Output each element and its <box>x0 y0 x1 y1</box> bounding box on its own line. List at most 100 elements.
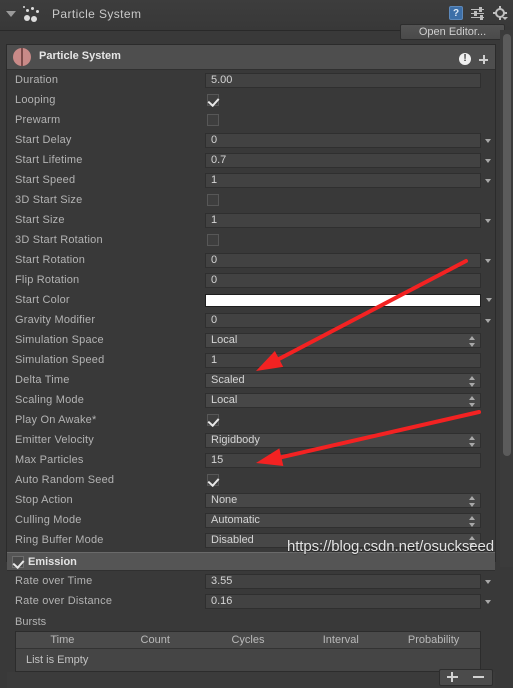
property-label: Flip Rotation <box>15 274 80 286</box>
enum-field[interactable]: None <box>205 492 481 508</box>
chevron-down-icon[interactable] <box>485 138 491 143</box>
component-title: Particle System <box>39 50 121 62</box>
chevron-down-icon[interactable] <box>485 318 491 323</box>
chevron-updown-icon[interactable] <box>469 335 476 347</box>
field-value: Local <box>211 334 238 346</box>
bursts-add-button[interactable] <box>440 670 466 685</box>
property-row: Start Color <box>7 290 495 310</box>
chevron-down-icon[interactable] <box>486 297 492 302</box>
field-value: Disabled <box>211 534 254 546</box>
chevron-down-icon[interactable] <box>485 178 491 183</box>
property-row: Simulation Speed 1 <box>7 350 495 370</box>
bursts-add-remove <box>439 669 493 686</box>
property-row: Start Speed 1 <box>7 170 495 190</box>
bursts-column-header: Count <box>140 634 170 646</box>
enum-field[interactable]: Rigidbody <box>205 432 481 448</box>
field-value: None <box>211 494 238 506</box>
chevron-down-icon[interactable] <box>485 218 491 223</box>
property-checkbox[interactable] <box>207 194 219 206</box>
field-value: Rigidbody <box>211 434 260 446</box>
value-field[interactable]: 0 <box>205 132 491 148</box>
bursts-column-header: Time <box>50 634 75 646</box>
bursts-empty-text: List is Empty <box>16 649 480 671</box>
chevron-down-icon[interactable] <box>485 258 491 263</box>
emission-enabled-checkbox[interactable] <box>12 555 24 568</box>
particle-system-icon <box>22 5 42 25</box>
property-checkbox[interactable] <box>207 114 219 126</box>
property-label: Stop Action <box>15 494 73 506</box>
chevron-updown-icon[interactable] <box>469 395 476 407</box>
value-field[interactable]: 1 <box>205 352 481 368</box>
field-value: 1 <box>211 214 218 226</box>
property-row: Simulation Space Local <box>7 330 495 350</box>
property-row: Play On Awake* <box>7 410 495 430</box>
value-field[interactable]: 15 <box>205 452 481 468</box>
scrollbar-thumb[interactable] <box>503 34 511 456</box>
value-field[interactable]: 0.7 <box>205 152 491 168</box>
color-swatch[interactable] <box>205 293 481 307</box>
property-label: Start Delay <box>15 134 72 146</box>
property-row: Rate over Time 3.55 <box>7 571 495 591</box>
bursts-column-header: Interval <box>322 634 359 646</box>
enum-field[interactable]: Local <box>205 392 481 408</box>
value-field[interactable]: 1 <box>205 172 491 188</box>
enum-field[interactable]: Local <box>205 332 481 348</box>
particle-system-inspector: Particle System ! Duration 5.00 Looping Pre… <box>6 44 496 688</box>
value-field[interactable]: 0 <box>205 252 491 268</box>
add-icon[interactable] <box>479 55 488 64</box>
property-label: Start Lifetime <box>15 154 83 166</box>
property-label: Culling Mode <box>15 514 82 526</box>
property-label: Simulation Speed <box>15 354 105 366</box>
watermark: https://blog.csdn.net/osuckseed <box>287 538 495 555</box>
property-checkbox[interactable] <box>207 414 219 426</box>
property-label: 3D Start Size <box>15 194 83 206</box>
field-value: 5.00 <box>211 74 233 86</box>
help-icon[interactable]: ? <box>449 6 463 20</box>
preset-sliders-icon[interactable] <box>471 7 485 20</box>
property-row: Culling Mode Automatic <box>7 510 495 530</box>
enum-field[interactable]: Automatic <box>205 512 481 528</box>
property-label: Start Speed <box>15 174 76 186</box>
value-field[interactable]: 0 <box>205 272 481 288</box>
chevron-down-icon[interactable] <box>485 579 491 584</box>
triangle-down-icon[interactable] <box>6 11 16 17</box>
property-label: Duration <box>15 74 59 86</box>
vertical-scrollbar[interactable] <box>500 30 513 567</box>
value-field[interactable]: 0.16 <box>205 593 491 609</box>
property-row: Start Lifetime 0.7 <box>7 150 495 170</box>
value-field[interactable]: 0 <box>205 312 491 328</box>
property-row: Emitter Velocity Rigidbody <box>7 430 495 450</box>
property-label: Start Rotation <box>15 254 86 266</box>
property-checkbox[interactable] <box>207 94 219 106</box>
color-field[interactable] <box>205 293 492 308</box>
property-row: Start Delay 0 <box>7 130 495 150</box>
warning-icon[interactable]: ! <box>459 53 471 65</box>
property-row: Flip Rotation 0 <box>7 270 495 290</box>
titlebar-icons: ? <box>449 6 508 20</box>
field-value: 0 <box>211 254 218 266</box>
value-field[interactable]: 3.55 <box>205 573 491 589</box>
chevron-updown-icon[interactable] <box>469 515 476 527</box>
field-value: 0 <box>211 274 218 286</box>
chevron-updown-icon[interactable] <box>469 435 476 447</box>
field-value: 0.16 <box>211 595 233 607</box>
property-checkbox[interactable] <box>207 234 219 246</box>
open-editor-button[interactable]: Open Editor... <box>400 24 505 40</box>
chevron-updown-icon[interactable] <box>469 495 476 507</box>
chevron-down-icon[interactable] <box>485 158 491 163</box>
property-label: Ring Buffer Mode <box>15 534 104 546</box>
bursts-remove-button[interactable] <box>466 670 492 685</box>
chevron-down-icon[interactable] <box>485 599 491 604</box>
property-label: Simulation Space <box>15 334 104 346</box>
field-value: Automatic <box>211 514 260 526</box>
component-header[interactable]: Particle System ! <box>7 45 495 70</box>
property-checkbox[interactable] <box>207 474 219 486</box>
value-field[interactable]: 1 <box>205 212 491 228</box>
property-row: Gravity Modifier 0 <box>7 310 495 330</box>
property-label: Max Particles <box>15 454 84 466</box>
value-field[interactable]: 5.00 <box>205 72 481 88</box>
field-value: 0 <box>211 134 218 146</box>
gear-icon[interactable] <box>493 6 508 20</box>
chevron-updown-icon[interactable] <box>469 375 476 387</box>
enum-field[interactable]: Scaled <box>205 372 481 388</box>
